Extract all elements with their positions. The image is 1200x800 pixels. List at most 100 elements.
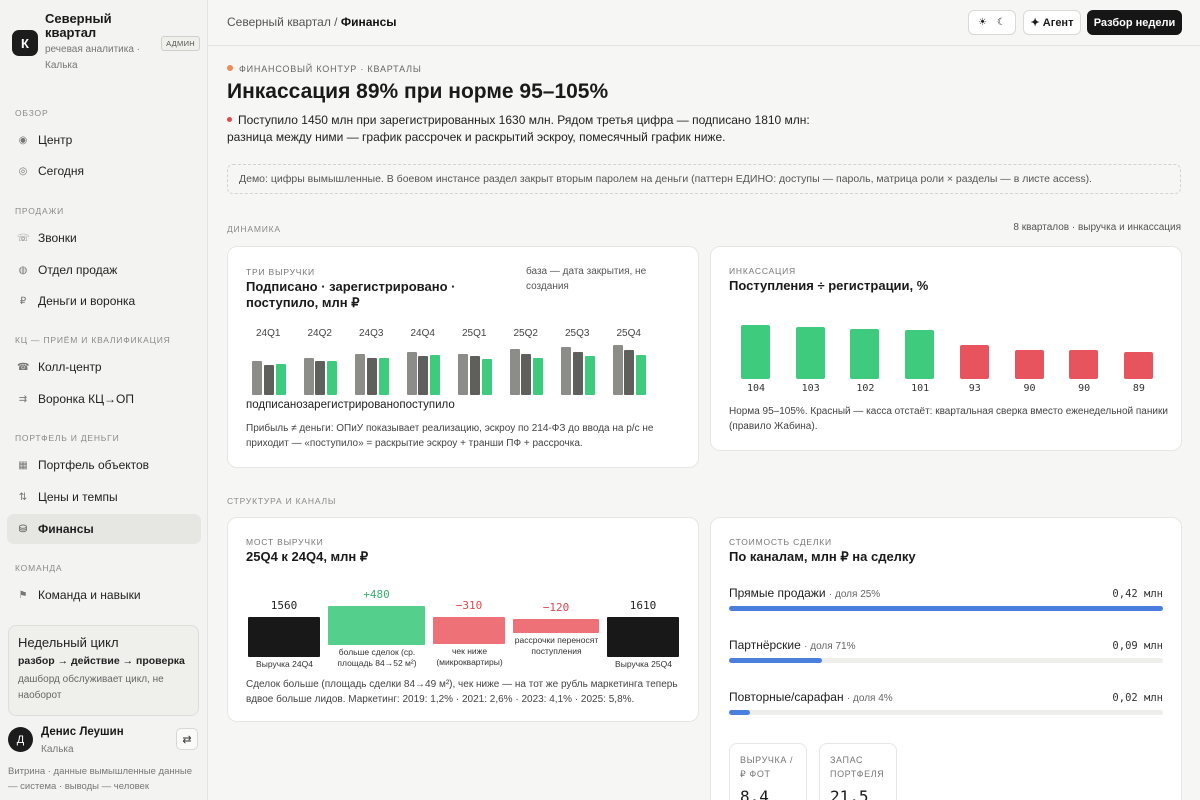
channel-value: 0,02 млн [1112, 692, 1163, 704]
page-eyebrow: ФИНАНСОВЫЙ КОНТУР · КВАРТАЛЫ [227, 64, 422, 74]
kpi-revenue-per-payroll: ВЫРУЧКА / ₽ ФОТ 8,4 [729, 743, 807, 800]
target-icon: ◉ [18, 134, 28, 146]
revenue-bar [430, 355, 441, 395]
theme-toggle[interactable]: ☀ ☾ [968, 10, 1016, 35]
quarter-label: 25Q2 [513, 328, 538, 339]
revenue-bar [521, 354, 532, 395]
sidebar-item-label: Центр [38, 133, 73, 147]
revenue-bar [355, 354, 365, 395]
collection-bar [959, 345, 989, 379]
breadcrumb-parent[interactable]: Северный квартал / [227, 15, 338, 29]
card-eyebrow: СТОИМОСТЬ СДЕЛКИ [729, 537, 832, 547]
card-title: Поступления ÷ регистрации, % [729, 278, 929, 293]
revenue-bar [584, 356, 595, 395]
collection-bar [1069, 350, 1099, 379]
nav-section-portfolio: ПОРТФЕЛЬ И ДЕНЬГИ [15, 433, 120, 443]
sidebar-item-label: Портфель объектов [38, 458, 150, 472]
sidebar-item-prices[interactable]: ⇅ Цены и темпы [7, 482, 201, 512]
three-revenues-card: ТРИ ВЫРУЧКИ Подписано · зарегистрировано… [227, 246, 699, 468]
card-eyebrow: МОСТ ВЫРУЧКИ [246, 537, 324, 547]
channel-track [729, 658, 1163, 663]
revenue-bar [636, 355, 647, 395]
brand[interactable]: К Северный квартал речевая аналитика · К… [10, 12, 200, 78]
card-note: Норма 95–105%. Красный — касса отстаёт: … [729, 406, 1168, 432]
nav-section-overview: ОБЗОР [15, 108, 49, 118]
collection-bar [741, 325, 770, 379]
bridge-bar [607, 617, 679, 657]
sidebar-item-cc-funnel[interactable]: ⇉ Воронка КЦ→ОП [7, 384, 201, 414]
cycle-title: Недельный цикл [18, 635, 119, 650]
card-note: Сделок больше (площадь сделки 84→49 м²),… [246, 679, 678, 705]
agent-button[interactable]: ✦ Агент [1023, 10, 1081, 35]
sidebar-item-center[interactable]: ◉ Центр [7, 125, 201, 155]
collection-bar [850, 329, 880, 379]
bridge-step-label: Выручка 24Q4 [256, 659, 313, 669]
quarter-label: 24Q3 [359, 328, 384, 339]
avatar: Д [8, 727, 33, 752]
circle-icon: ◎ [18, 165, 28, 177]
moon-icon[interactable]: ☾ [997, 17, 1006, 28]
page-lede-text: Поступило 1450 млн при зарегистрированны… [227, 113, 810, 144]
chart-legend: подписанозарегистрированопоступило [246, 399, 455, 411]
weekly-review-button[interactable]: Разбор недели [1087, 10, 1182, 35]
user-panel: Д Денис Леушин Калька ⇄ [8, 726, 200, 758]
bridge-step-label: чек ниже (микроквартиры) [436, 646, 503, 667]
breadcrumb: Северный квартал / Финансы [227, 15, 397, 29]
sidebar-item-finance[interactable]: ⛁ Финансы [7, 514, 201, 544]
sidebar-item-sales-dept[interactable]: ◍ Отдел продаж [7, 255, 201, 285]
ruble-icon: ₽ [19, 295, 27, 307]
revenue-bar [315, 361, 326, 395]
collection-card: ИНКАССАЦИЯ Поступления ÷ регистрации, % … [710, 246, 1182, 451]
bridge-bar [248, 617, 320, 657]
sidebar-item-today[interactable]: ◎ Сегодня [7, 156, 201, 186]
revenue-bar [561, 347, 571, 395]
sidebar-item-portfolio[interactable]: ▦ Портфель объектов [7, 450, 201, 480]
sidebar-item-label: Цены и темпы [38, 490, 118, 504]
sidebar-item-team[interactable]: ⚑ Команда и навыки [7, 580, 201, 610]
channel-label: Прямые продажи [729, 586, 829, 600]
revenue-bar [458, 354, 468, 395]
calls-icon: ☏ [17, 232, 30, 244]
revenue-bar [252, 361, 262, 395]
sidebar-item-calls[interactable]: ☏ Звонки [7, 223, 201, 253]
collection-value-label: 102 [856, 383, 875, 394]
alert-dot-icon [227, 117, 232, 122]
weekly-cycle-card: Недельный цикл разбор → действие → прове… [8, 625, 199, 716]
revenue-bar [533, 358, 544, 395]
revenue-bar [418, 356, 429, 395]
kpi-label: ВЫРУЧКА / ₽ ФОТ [740, 755, 794, 779]
user-role: Калька [41, 744, 74, 755]
card-eyebrow: ТРИ ВЫРУЧКИ [246, 267, 315, 277]
kpi-value: 8,4 [740, 787, 769, 800]
collection-value-label: 104 [746, 383, 766, 394]
sidebar-item-label: Звонки [38, 231, 77, 245]
card-title: 25Q4 к 24Q4, млн ₽ [246, 549, 369, 564]
switch-user-icon[interactable]: ⇄ [176, 728, 198, 750]
channel-name: Прямые продажи · доля 25% [729, 586, 880, 600]
legend-item: поступило [399, 399, 455, 411]
revenue-bar [263, 365, 274, 395]
revenue-bar [303, 358, 314, 395]
sidebar-item-label: Колл-центр [38, 360, 102, 374]
bridge-bar [328, 606, 425, 645]
channel-fill [729, 658, 822, 663]
funnel-icon: ⇉ [18, 393, 28, 405]
channel-label: Партнёрские [729, 638, 805, 652]
legend-item: зарегистрировано [302, 399, 400, 411]
brand-name: Северный квартал [45, 11, 112, 40]
channel-share: · доля 4% [846, 693, 893, 704]
sidebar-item-label: Сегодня [38, 164, 84, 178]
collection-bar [1014, 350, 1044, 379]
page-eyebrow-text: ФИНАНСОВЫЙ КОНТУР · КВАРТАЛЫ [239, 64, 422, 74]
nav-section-sales: ПРОДАЖИ [15, 206, 65, 216]
sun-icon[interactable]: ☀ [978, 17, 987, 28]
breadcrumb-current: Финансы [340, 15, 397, 29]
kpi-value: 21,5 [830, 787, 869, 800]
channel-fill [729, 710, 750, 715]
channel-track [729, 710, 1163, 715]
sidebar-item-money-funnel[interactable]: ₽ Деньги и воронка [7, 286, 201, 316]
bridge-value-label: +480 [363, 588, 390, 601]
sidebar-item-call-center[interactable]: ☎ Колл-центр [7, 352, 201, 382]
revenue-bar [572, 352, 583, 395]
sidebar-item-label: Деньги и воронка [38, 294, 136, 308]
